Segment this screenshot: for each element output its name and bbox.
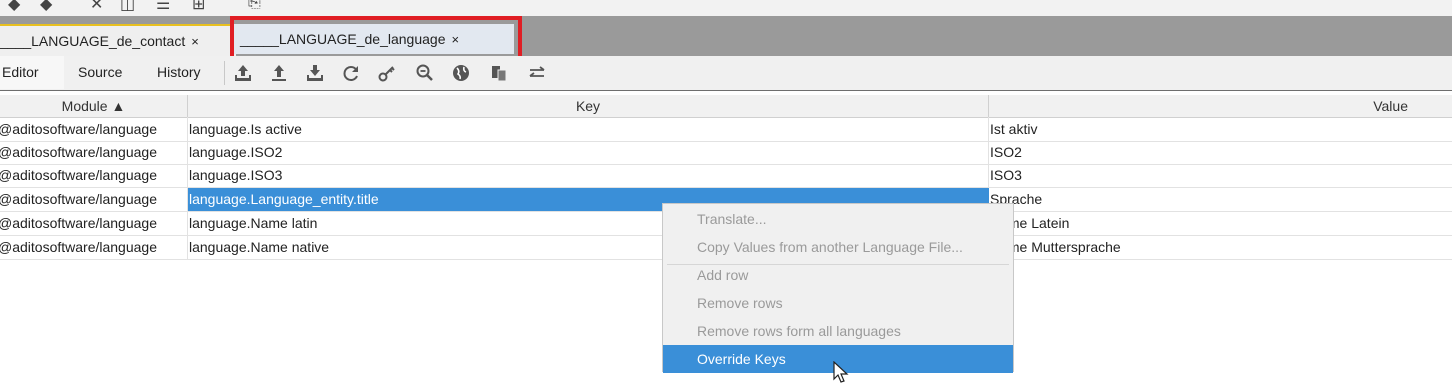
- close-icon[interactable]: ×: [191, 34, 199, 49]
- table-row[interactable]: @aditosoftware/language language.Is acti…: [0, 118, 1452, 142]
- menu-item-add-row[interactable]: Add row: [663, 261, 1013, 289]
- list-icon[interactable]: ☰: [156, 0, 170, 14]
- globe-icon[interactable]: [450, 62, 472, 84]
- column-header-module[interactable]: Module ▲: [0, 95, 188, 117]
- menu-item-translate[interactable]: Translate...: [663, 205, 1013, 233]
- table-row[interactable]: @aditosoftware/language language.ISO3 IS…: [0, 164, 1452, 188]
- context-menu: Translate... Copy Values from another La…: [662, 203, 1014, 373]
- value-cell[interactable]: ISO3: [990, 164, 1450, 187]
- close-icon[interactable]: ✕: [90, 0, 103, 14]
- diamond-icon[interactable]: ◆: [40, 0, 52, 14]
- module-cell[interactable]: @aditosoftware/language: [0, 188, 184, 211]
- top-toolbar-strip: ◆ ◆ ✕ ◫ ☰ ⊞ ⎘: [0, 0, 1452, 16]
- value-cell[interactable]: Sprache: [990, 188, 1450, 211]
- tab-language-de-language[interactable]: _____LANGUAGE_de_language ×: [232, 24, 514, 54]
- refresh-icon[interactable]: [340, 62, 362, 84]
- module-cell[interactable]: @aditosoftware/language: [0, 118, 184, 141]
- copy-icon[interactable]: [488, 62, 510, 84]
- diamond-icon[interactable]: ◆: [8, 0, 20, 14]
- column-header-key[interactable]: Key: [188, 95, 989, 117]
- upload-icon[interactable]: [232, 62, 254, 84]
- module-cell[interactable]: @aditosoftware/language: [0, 236, 184, 259]
- value-cell[interactable]: Name Muttersprache: [990, 236, 1450, 259]
- tab-language-de-contact[interactable]: ____LANGUAGE_de_contact ×: [0, 24, 236, 56]
- close-icon[interactable]: ×: [452, 32, 460, 47]
- table-row[interactable]: @aditosoftware/language language.ISO2 IS…: [0, 141, 1452, 165]
- editor-toolbar: Editor Source History: [0, 56, 1452, 91]
- menu-item-remove-rows-all-languages[interactable]: Remove rows form all languages: [663, 317, 1013, 345]
- tab-history[interactable]: History: [157, 56, 201, 89]
- swap-icon[interactable]: [526, 62, 548, 84]
- clipboard-icon[interactable]: ⎘: [248, 0, 261, 12]
- tab-label: _____LANGUAGE_de_language: [240, 31, 446, 47]
- table-header: Module ▲ Key Value: [0, 95, 1452, 118]
- upload-line-icon[interactable]: [268, 62, 290, 84]
- editor-tab-bar: ____LANGUAGE_de_contact × _____LANGUAGE_…: [0, 16, 1452, 56]
- mouse-pointer-icon: [833, 360, 851, 388]
- zoom-out-icon[interactable]: [414, 62, 436, 84]
- key-cell[interactable]: language.ISO2: [189, 141, 987, 164]
- module-cell[interactable]: @aditosoftware/language: [0, 212, 184, 235]
- download-icon[interactable]: [304, 62, 326, 84]
- key-icon[interactable]: [376, 62, 398, 84]
- value-cell[interactable]: Name Latein: [990, 212, 1450, 235]
- module-cell[interactable]: @aditosoftware/language: [0, 164, 184, 187]
- key-cell[interactable]: language.Is active: [189, 118, 987, 141]
- tab-editor[interactable]: Editor: [0, 56, 64, 89]
- key-cell[interactable]: language.ISO3: [189, 164, 987, 187]
- window-icon[interactable]: ◫: [120, 0, 135, 14]
- menu-item-copy-values[interactable]: Copy Values from another Language File..…: [663, 233, 1013, 261]
- value-cell[interactable]: Ist aktiv: [990, 118, 1450, 141]
- grid-icon[interactable]: ⊞: [192, 0, 205, 14]
- menu-item-remove-rows[interactable]: Remove rows: [663, 289, 1013, 317]
- tab-label: ____LANGUAGE_de_contact: [0, 33, 186, 49]
- column-header-value[interactable]: Value: [989, 95, 1452, 117]
- module-cell[interactable]: @aditosoftware/language: [0, 141, 184, 164]
- toolbar-divider: [224, 61, 225, 85]
- value-cell[interactable]: ISO2: [990, 141, 1450, 164]
- tab-source[interactable]: Source: [78, 56, 122, 89]
